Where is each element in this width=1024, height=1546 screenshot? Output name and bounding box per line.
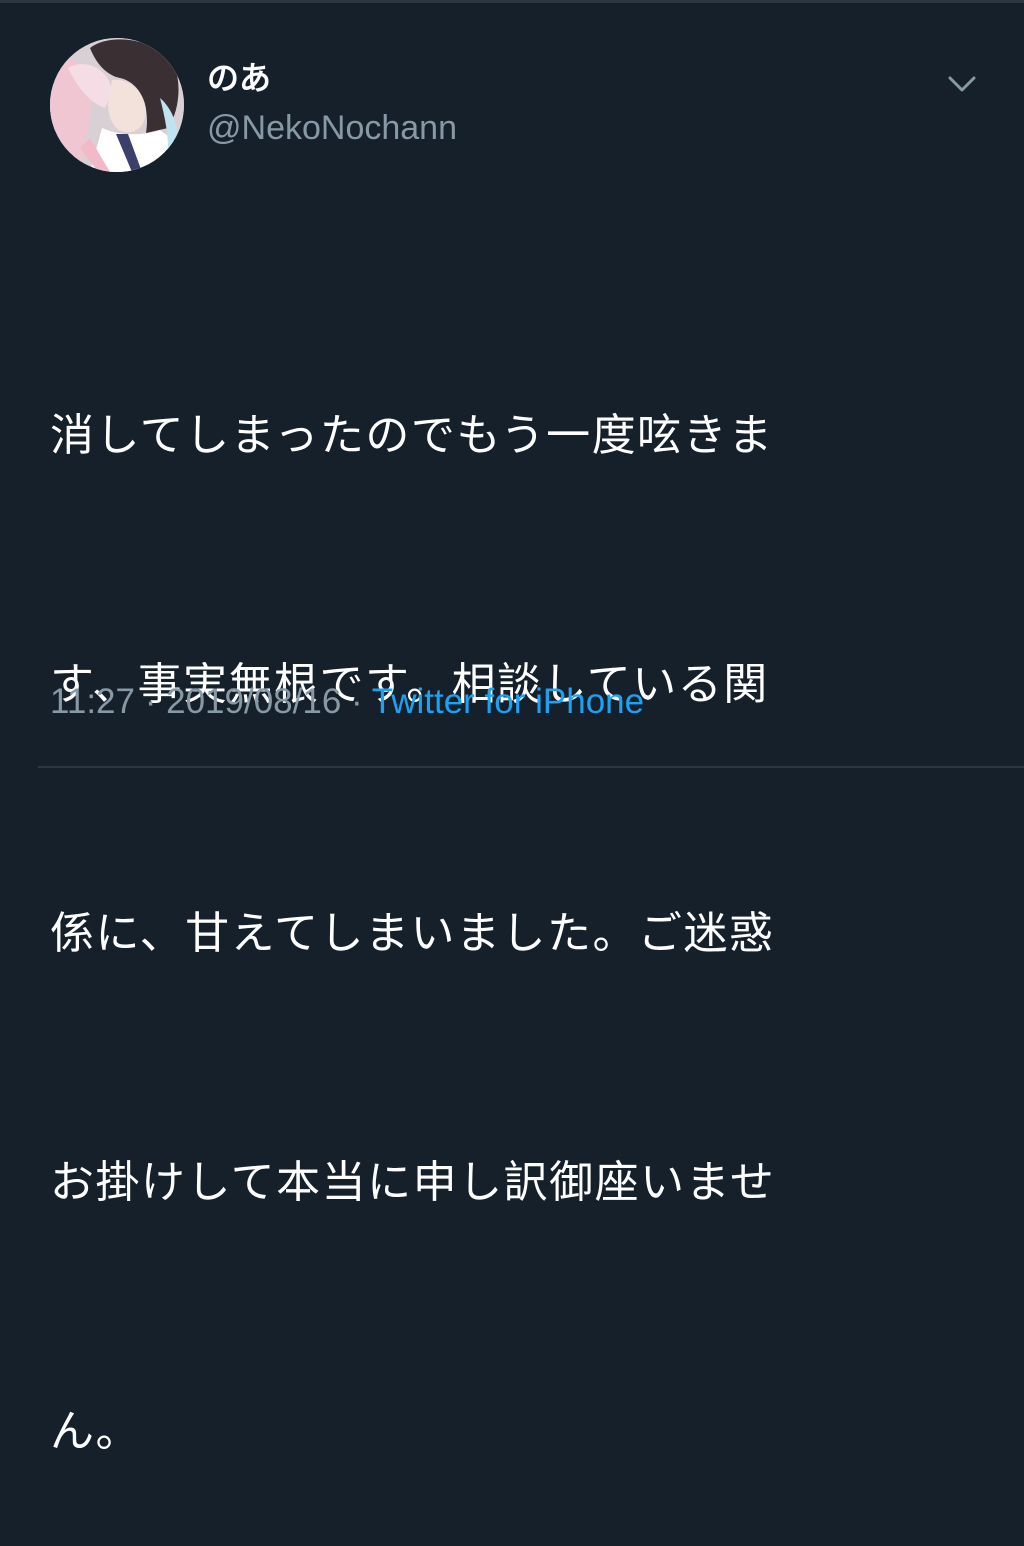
meta-separator: ·	[135, 682, 167, 721]
tweet-text-line: ん。	[50, 1406, 141, 1457]
top-divider	[0, 0, 1024, 3]
tweet-text: 消してしまったのでもう一度呟きま す、事実無根です。相談している関 係に、甘えて…	[50, 228, 970, 1546]
meta-separator: ·	[341, 682, 372, 721]
tweet-metadata: 11:27 · 2019/08/16 · Twitter for iPhone	[50, 680, 644, 724]
bottom-divider	[38, 766, 1024, 768]
user-handle[interactable]: @NekoNochann	[207, 108, 457, 148]
tweet-text-line: お掛けして本当に申し訳御座いませ	[50, 1157, 776, 1208]
chevron-down-icon[interactable]	[942, 66, 982, 102]
tweet-time: 11:27	[50, 682, 135, 721]
avatar-image	[50, 38, 184, 172]
tweet-text-line: 係に、甘えてしまいました。ご迷惑	[50, 908, 775, 959]
tweet-text-line: 消してしまったのでもう一度呟きま	[50, 410, 774, 461]
avatar[interactable]	[50, 38, 184, 172]
tweet-date: 2019/08/16	[166, 682, 342, 721]
display-name[interactable]: のあ	[207, 58, 271, 98]
tweet-source-link[interactable]: Twitter for iPhone	[372, 682, 644, 721]
